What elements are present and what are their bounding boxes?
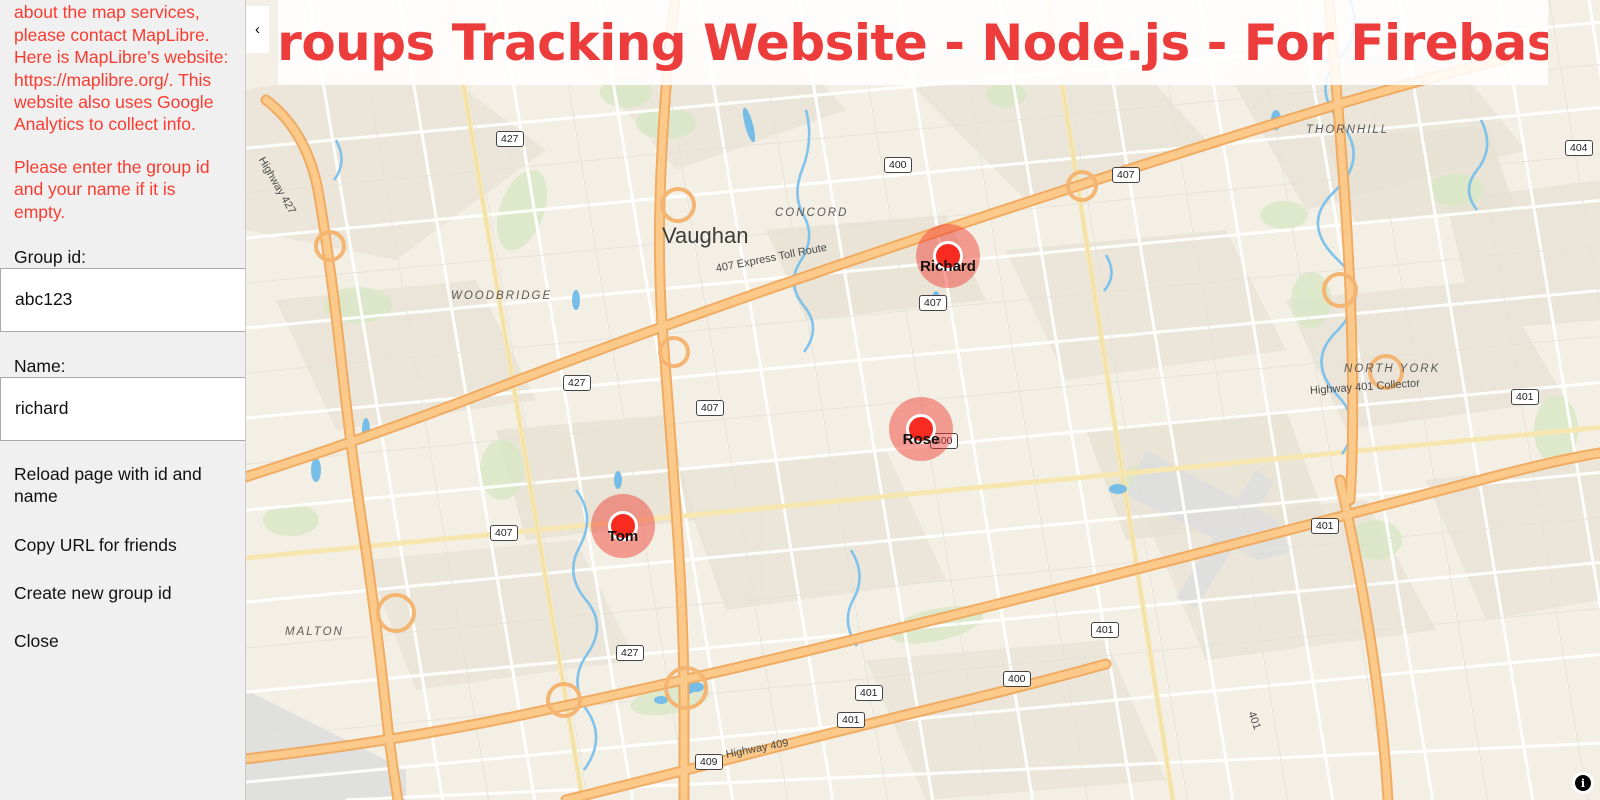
map-attribution-button[interactable]: i [1572, 772, 1594, 794]
create-new-group-id-button[interactable]: Create new group id [14, 582, 231, 604]
page-title: Groups Tracking Website - Node.js - For … [278, 13, 1548, 72]
map-marker[interactable]: Rose [889, 397, 953, 461]
name-label: Name: [14, 355, 66, 376]
chevron-left-icon: ‹ [255, 21, 260, 38]
map-marker[interactable]: Tom [591, 494, 655, 558]
reload-page-button[interactable]: Reload page with id and name [14, 463, 231, 508]
marker-label: Richard [920, 258, 976, 275]
sidebar-collapse-button[interactable]: ‹ [246, 6, 269, 53]
marker-label: Tom [607, 528, 639, 545]
map-canvas[interactable]: 4274004074044074044014274074014004074014… [246, 0, 1600, 800]
close-button[interactable]: Close [14, 630, 231, 652]
enter-group-notice: Please enter the group id and your name … [14, 156, 210, 222]
map-marker[interactable]: Richard [916, 224, 980, 288]
map-services-notice: If you have any questions about the map … [14, 2, 229, 135]
marker-label: Rose [902, 431, 940, 448]
sidebar-panel: If you have any questions about the map … [0, 0, 246, 800]
app-root: 4274004074044074044014274074014004074014… [0, 0, 1600, 800]
copy-url-button[interactable]: Copy URL for friends [14, 534, 231, 556]
group-id-input[interactable] [0, 267, 245, 332]
page-title-banner: Groups Tracking Website - Node.js - For … [278, 0, 1548, 85]
info-icon: i [1575, 775, 1591, 791]
name-input[interactable] [0, 376, 245, 441]
group-id-label: Group id: [14, 246, 86, 267]
